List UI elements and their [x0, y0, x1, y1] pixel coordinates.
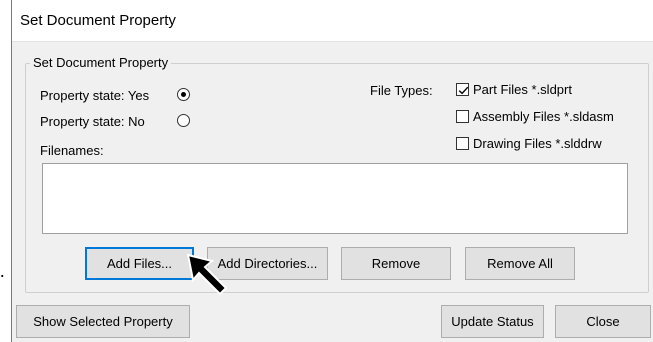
background-dot-fragment: .: [0, 261, 5, 281]
property-state-no-label: Property state: No: [40, 114, 145, 129]
remove-button[interactable]: Remove: [341, 247, 451, 280]
checkbox-box: [456, 110, 469, 123]
remove-all-button[interactable]: Remove All: [465, 247, 575, 280]
arrow-cursor-icon: [186, 253, 228, 296]
assembly-files-checkbox[interactable]: Assembly Files *.sldasm: [456, 109, 614, 124]
checkbox-box: [456, 137, 469, 150]
update-status-button[interactable]: Update Status: [441, 305, 544, 338]
part-files-checkbox[interactable]: Part Files *.sldprt: [456, 82, 572, 97]
show-selected-property-button[interactable]: Show Selected Property: [16, 305, 190, 338]
checkmark-icon: [458, 86, 469, 95]
screen: g . ı Set Document Property Set Document…: [0, 0, 653, 342]
file-types-label: File Types:: [370, 83, 433, 98]
title-bar[interactable]: Set Document Property: [12, 0, 653, 42]
set-document-property-dialog: Set Document Property Set Document Prope…: [11, 0, 653, 342]
add-files-button[interactable]: Add Files...: [85, 247, 194, 280]
radio-selected-dot-icon: [181, 92, 186, 97]
property-state-yes-radio[interactable]: [177, 88, 190, 101]
filenames-label: Filenames:: [40, 143, 104, 158]
property-state-no-radio[interactable]: [177, 114, 190, 127]
drawing-files-checkbox[interactable]: Drawing Files *.slddrw: [456, 136, 602, 151]
part-files-label: Part Files *.sldprt: [473, 82, 572, 97]
window-title: Set Document Property: [20, 12, 176, 29]
drawing-files-label: Drawing Files *.slddrw: [473, 136, 602, 151]
groupbox-legend: Set Document Property: [30, 55, 172, 70]
property-state-yes-label: Property state: Yes: [40, 88, 150, 103]
checkbox-box: [456, 83, 469, 96]
assembly-files-label: Assembly Files *.sldasm: [473, 109, 614, 124]
close-button[interactable]: Close: [555, 305, 651, 338]
filenames-listbox[interactable]: [42, 163, 628, 234]
property-groupbox: Set Document Property Property state: Ye…: [25, 55, 649, 293]
